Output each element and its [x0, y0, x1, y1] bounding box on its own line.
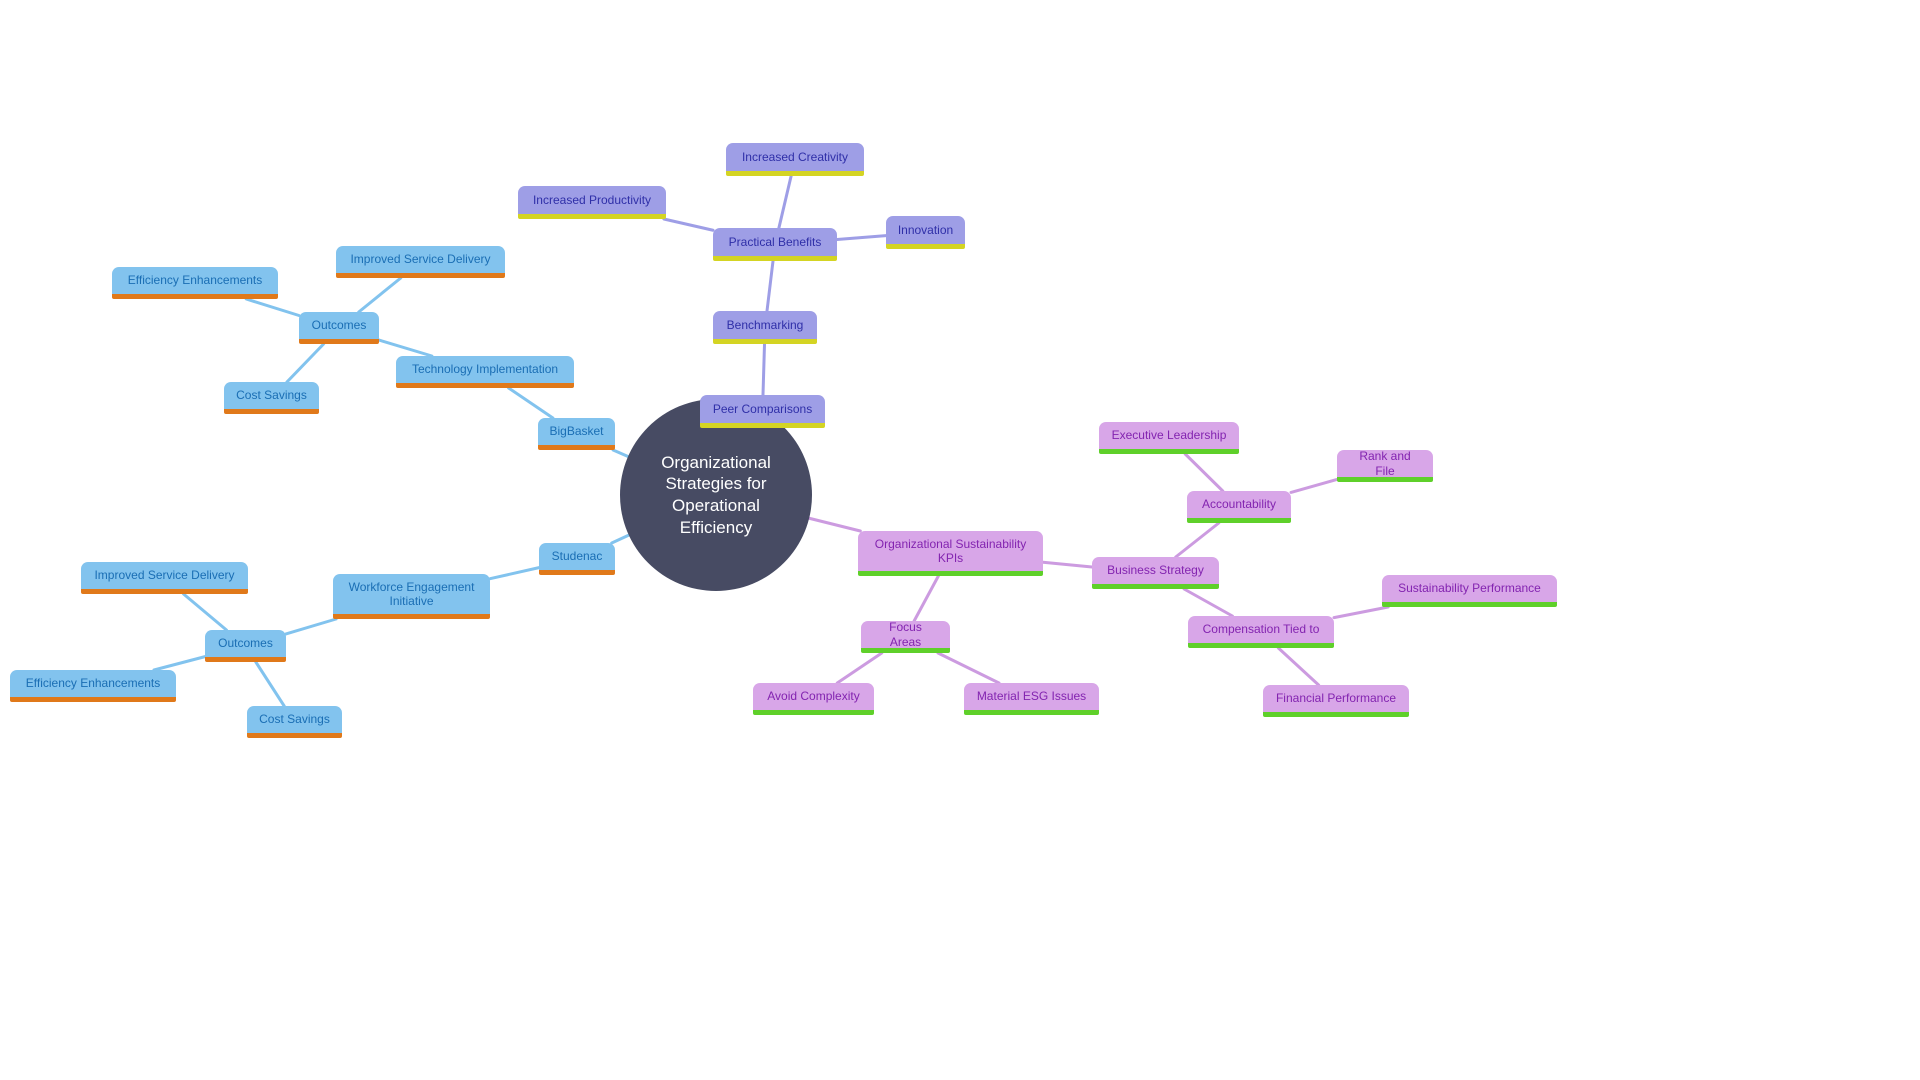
node-label-business_strategy: Business Strategy	[1107, 563, 1204, 578]
node-label-sustainability_performance: Sustainability Performance	[1398, 581, 1541, 596]
node-label-efficiency_enh_top: Efficiency Enhancements	[127, 273, 263, 288]
node-benchmarking[interactable]: Benchmarking	[713, 311, 817, 344]
node-label-compensation_tied_to: Compensation Tied to	[1202, 622, 1320, 637]
edge-outcomes_bot-to-cost_savings_bot	[254, 660, 286, 708]
node-label-financial_performance: Financial Performance	[1275, 691, 1397, 706]
node-efficiency_enh_top[interactable]: Efficiency Enhancements	[112, 267, 278, 299]
node-workforce_engagement[interactable]: Workforce Engagement Initiative	[333, 574, 490, 619]
edge-workforce_engagement-to-outcomes_bot	[284, 617, 338, 636]
node-cost_savings_top[interactable]: Cost Savings	[224, 382, 319, 414]
edge-focus_areas-to-avoid_complexity	[835, 651, 884, 685]
edge-business_strategy-to-compensation_tied_to	[1182, 587, 1234, 618]
edge-outcomes_bot-to-efficiency_enh_bot	[152, 655, 207, 672]
node-outcomes_bot[interactable]: Outcomes	[205, 630, 286, 662]
edge-benchmarking-to-practical_benefits	[765, 259, 775, 313]
node-avoid_complexity[interactable]: Avoid Complexity	[753, 683, 874, 715]
edge-center-to-studenac	[610, 533, 631, 545]
node-improved_service_bot[interactable]: Improved Service Delivery	[81, 562, 248, 594]
node-improved_service_top[interactable]: Improved Service Delivery	[336, 246, 505, 278]
edge-outcomes_bot-to-improved_service_bot	[182, 592, 228, 632]
node-label-innovation: Innovation	[897, 222, 954, 237]
node-outcomes_top[interactable]: Outcomes	[299, 312, 379, 344]
node-peer_comparisons[interactable]: Peer Comparisons	[700, 395, 825, 428]
node-studenac[interactable]: Studenac	[539, 543, 615, 575]
node-rank_and_file[interactable]: Rank and File	[1337, 449, 1433, 482]
node-practical_benefits[interactable]: Practical Benefits	[713, 228, 837, 261]
node-label-efficiency_enh_bot: Efficiency Enhancements	[25, 676, 161, 691]
node-label-material_esg_issues: Material ESG Issues	[976, 689, 1087, 704]
edge-compensation_tied_to-to-financial_performance	[1276, 646, 1321, 687]
node-financial_performance[interactable]: Financial Performance	[1263, 685, 1409, 717]
node-label-increased_creativity: Increased Creativity	[741, 149, 849, 164]
node-label-focus_areas: Focus Areas	[889, 620, 922, 649]
node-increased_productivity[interactable]: Increased Productivity	[518, 186, 666, 219]
edge-outcomes_top-to-improved_service_top	[357, 276, 403, 314]
node-label-executive_leadership: Executive Leadership	[1111, 428, 1227, 443]
node-label-accountability: Accountability	[1201, 497, 1277, 512]
node-innovation[interactable]: Innovation	[886, 216, 965, 249]
node-business_strategy[interactable]: Business Strategy	[1092, 557, 1219, 589]
node-label-cost_savings_bot: Cost Savings	[259, 712, 330, 727]
edge-business_strategy-to-accountability	[1174, 521, 1221, 559]
node-org_sustainability_kpis[interactable]: Organizational Sustainability KPIs	[858, 531, 1043, 576]
node-bigbasket[interactable]: BigBasket	[538, 418, 615, 450]
node-label-increased_productivity: Increased Productivity	[532, 192, 652, 207]
node-label-studenac: Studenac	[551, 549, 603, 564]
edge-accountability-to-rank_and_file	[1289, 477, 1339, 494]
node-label-cost_savings_top: Cost Savings	[236, 388, 307, 403]
node-label-outcomes_top: Outcomes	[311, 318, 367, 333]
node-label-bigbasket: BigBasket	[549, 424, 604, 439]
node-accountability[interactable]: Accountability	[1187, 491, 1291, 523]
node-label-workforce_engagement: Workforce Engagement Initiative	[348, 579, 475, 608]
node-material_esg_issues[interactable]: Material ESG Issues	[964, 683, 1099, 715]
node-label-avoid_complexity: Avoid Complexity	[767, 689, 860, 704]
node-sustainability_performance[interactable]: Sustainability Performance	[1382, 575, 1557, 607]
edge-org_sustainability_kpis-to-focus_areas	[912, 574, 940, 623]
edge-outcomes_top-to-efficiency_enh_top	[244, 297, 301, 317]
node-executive_leadership[interactable]: Executive Leadership	[1099, 422, 1239, 454]
node-label-practical_benefits: Practical Benefits	[728, 234, 822, 249]
node-label-org_sustainability_kpis: Organizational Sustainability KPIs	[874, 536, 1027, 565]
node-cost_savings_bot[interactable]: Cost Savings	[247, 706, 342, 738]
node-compensation_tied_to[interactable]: Compensation Tied to	[1188, 616, 1334, 648]
edge-accountability-to-executive_leadership	[1183, 452, 1225, 493]
mindmap-canvas: Organizational Strategies for Operationa…	[0, 0, 1920, 1080]
edge-compensation_tied_to-to-sustainability_performance	[1332, 605, 1390, 620]
node-focus_areas[interactable]: Focus Areas	[861, 620, 950, 653]
node-label-improved_service_top: Improved Service Delivery	[350, 252, 491, 267]
edge-practical_benefits-to-increased_creativity	[777, 174, 793, 230]
node-label-rank_and_file: Rank and File	[1359, 449, 1411, 478]
node-label-technology_impl: Technology Implementation	[411, 362, 559, 377]
node-label-outcomes_bot: Outcomes	[218, 636, 273, 651]
edge-studenac-to-workforce_engagement	[488, 566, 541, 581]
edge-practical_benefits-to-innovation	[835, 234, 888, 242]
edge-bigbasket-to-technology_impl	[507, 386, 555, 420]
edge-org_sustainability_kpis-to-business_strategy	[1041, 560, 1094, 569]
node-label-benchmarking: Benchmarking	[726, 317, 804, 332]
edge-technology_impl-to-outcomes_top	[377, 338, 434, 358]
edge-focus_areas-to-material_esg_issues	[936, 651, 1001, 685]
node-label-peer_comparisons: Peer Comparisons	[712, 401, 813, 416]
central-topic-label: Organizational Strategies for Operationa…	[661, 452, 771, 537]
node-label-improved_service_bot: Improved Service Delivery	[94, 568, 235, 583]
edge-outcomes_top-to-cost_savings_top	[285, 342, 326, 384]
edge-peer_comparisons-to-benchmarking	[761, 342, 767, 397]
node-efficiency_enh_bot[interactable]: Efficiency Enhancements	[10, 670, 176, 702]
edge-center-to-org_sustainability_kpis	[807, 516, 862, 533]
node-increased_creativity[interactable]: Increased Creativity	[726, 143, 864, 176]
node-technology_impl[interactable]: Technology Implementation	[396, 356, 574, 388]
edge-center-to-bigbasket	[611, 448, 630, 459]
edge-practical_benefits-to-increased_productivity	[662, 217, 715, 232]
